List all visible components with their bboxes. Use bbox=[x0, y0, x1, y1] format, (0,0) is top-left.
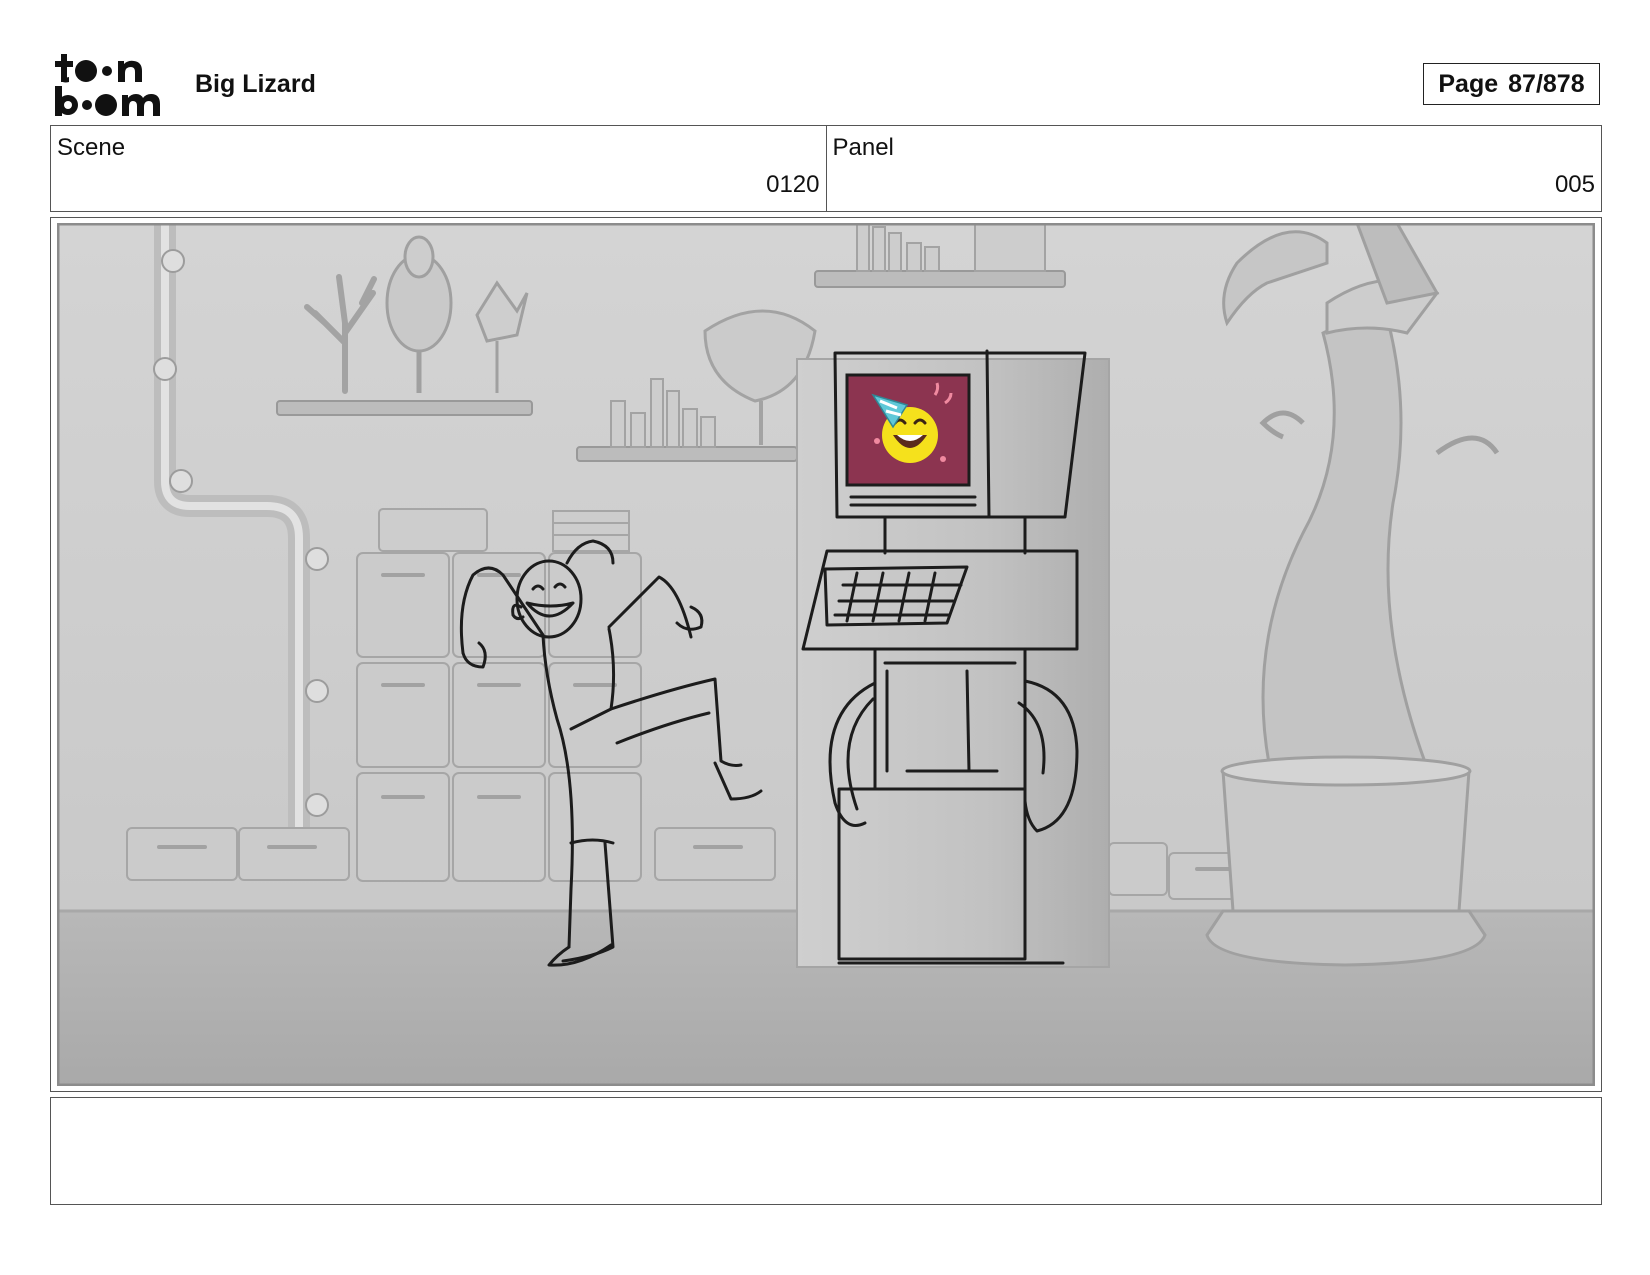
panel-artwork bbox=[57, 223, 1595, 1086]
page-indicator: Page 87/878 bbox=[1423, 63, 1600, 105]
page-label: Page bbox=[1438, 69, 1499, 98]
page-number: 87/878 bbox=[1508, 69, 1585, 98]
scene-label: Scene bbox=[57, 134, 126, 161]
toon-boom-logo bbox=[55, 54, 160, 116]
scene-panel-info: Scene 0120 Panel 005 bbox=[50, 125, 1602, 212]
panel-notes-box bbox=[50, 1097, 1602, 1205]
storyboard-panel bbox=[50, 217, 1602, 1092]
panel-number: 005 bbox=[1554, 171, 1595, 198]
panel-cell: Panel 005 bbox=[825, 126, 1602, 211]
scene-number: 0120 bbox=[766, 171, 820, 198]
wall-shelf-left bbox=[276, 400, 533, 416]
project-title: Big Lizard bbox=[195, 70, 316, 98]
scene-cell: Scene 0120 bbox=[51, 126, 826, 211]
panel-label: Panel bbox=[832, 134, 894, 161]
wall-shelf-upper bbox=[814, 270, 1066, 288]
wall-shelf-middle bbox=[576, 446, 798, 462]
